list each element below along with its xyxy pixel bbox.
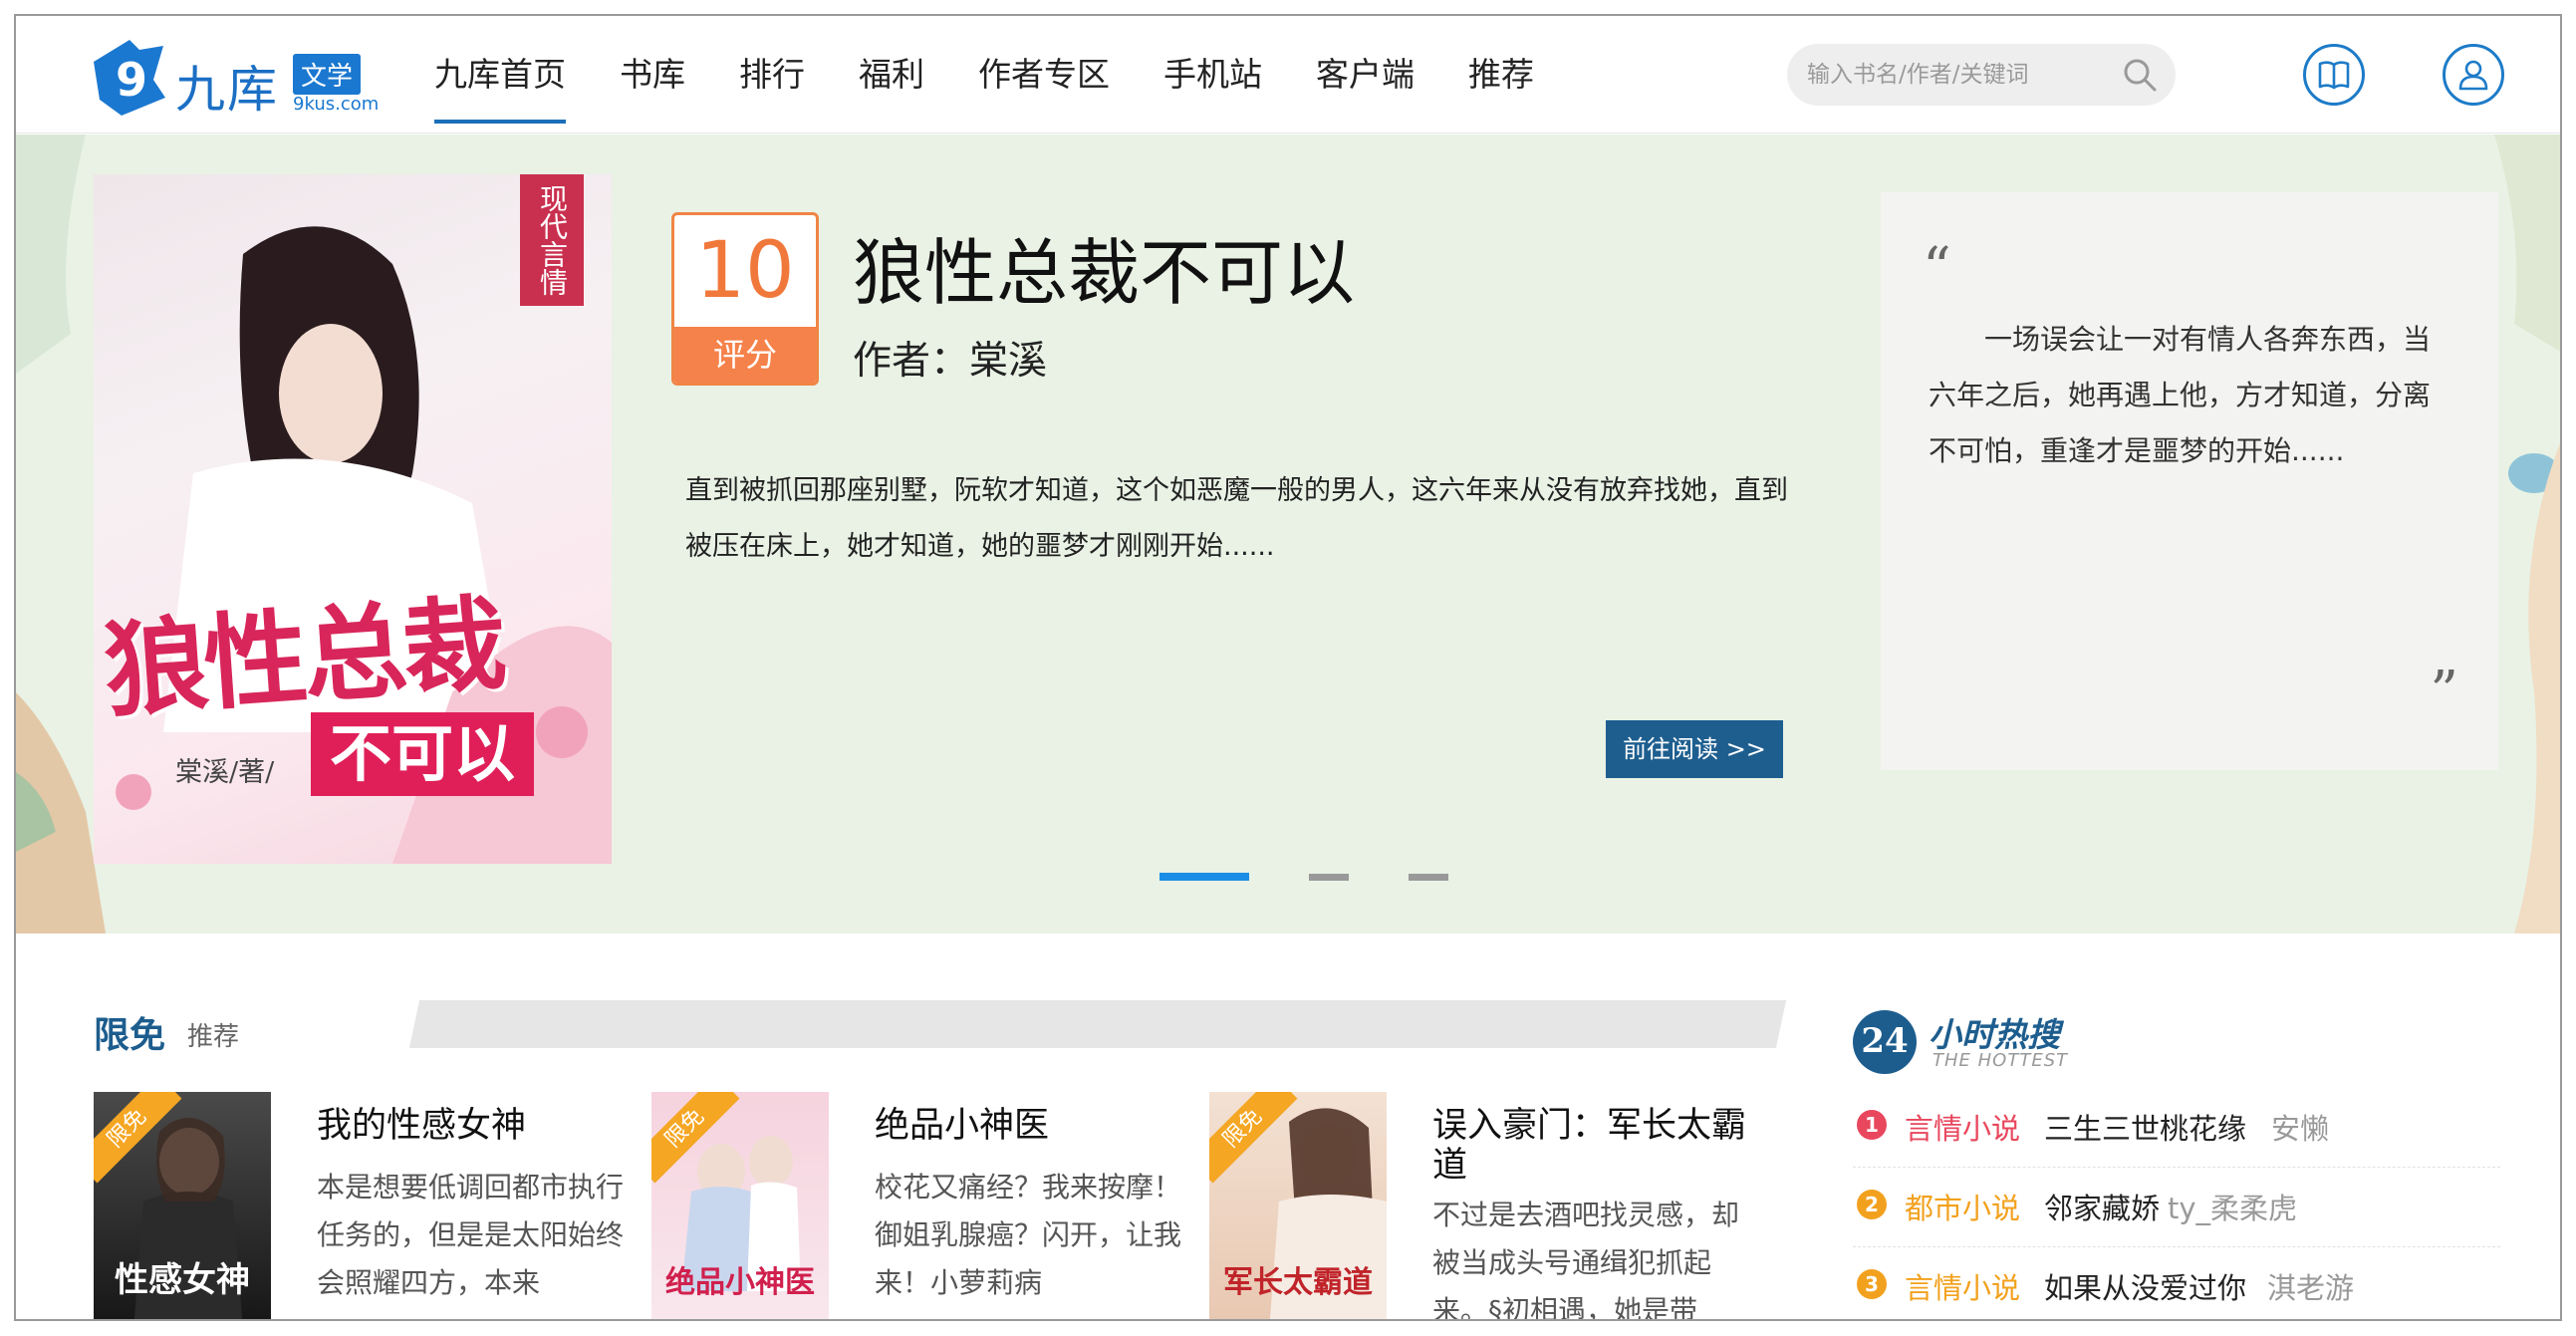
- nav-author-zone[interactable]: 作者专区: [978, 16, 1110, 134]
- quote-close-mark: ”: [2430, 660, 2458, 724]
- quote-text: 一场误会让一对有情人各奔东西，当六年之后，她再遇上他，方才知道，分离不可怕，重逢…: [1929, 323, 2432, 467]
- nav-home[interactable]: 九库首页: [434, 16, 566, 134]
- free-book-description: 本是想要低调回都市执行任务的，但是是太阳始终会照耀四方，本来: [317, 1171, 625, 1299]
- user-icon: [2458, 60, 2488, 91]
- hot-search-header: 24 小时热搜 THE HOTTEST: [1853, 1002, 2092, 1082]
- search-box: [1787, 44, 2176, 106]
- hot-24-badge: 24: [1853, 1010, 1917, 1074]
- read-now-button[interactable]: 前往阅读 >>: [1606, 720, 1783, 778]
- free-section-subtitle: 推荐: [187, 1022, 240, 1052]
- hot-list-item[interactable]: 2 都市小说 邻家藏娇 ty_柔柔虎: [1853, 1168, 2500, 1247]
- free-book-cover[interactable]: 限免 性感女神: [94, 1092, 271, 1319]
- svg-text:9: 9: [116, 53, 147, 107]
- featured-book-cover[interactable]: 现代言情 狼性总裁 不可以 棠溪/著/: [94, 174, 612, 864]
- rank-badge: 1: [1857, 1110, 1887, 1140]
- hot-book-title[interactable]: 如果从没爱过你: [2044, 1265, 2246, 1307]
- free-book-card[interactable]: 限免 军长太霸道 误入豪门：军长太霸道 不过是去酒吧找灵感，却被当成头号通缉犯抓…: [1209, 1092, 1767, 1321]
- banner-decoration-left: [16, 134, 106, 934]
- free-book-description: 不过是去酒吧找灵感，却被当成头号通缉犯抓起来。§初相遇，她是带: [1432, 1199, 1740, 1321]
- hot-list-item[interactable]: 3 言情小说 如果从没爱过你 淇老游: [1853, 1247, 2500, 1319]
- logo-mark-icon: 9: [94, 40, 165, 116]
- hot-category[interactable]: 都市小说: [1905, 1186, 2020, 1227]
- hot-book-author: 淇老游: [2267, 1271, 2355, 1305]
- nav-ranking[interactable]: 排行: [739, 16, 805, 134]
- rank-badge: 3: [1857, 1269, 1887, 1299]
- user-button[interactable]: [2443, 44, 2504, 106]
- free-section-title: 限免: [94, 1014, 166, 1056]
- search-icon[interactable]: [2122, 57, 2158, 93]
- free-book-cover[interactable]: 限免 军长太霸道: [1209, 1092, 1387, 1319]
- free-book-card[interactable]: 限免 性感女神 我的性感女神 本是想要低调回都市执行任务的，但是是太阳始终会照耀…: [94, 1092, 651, 1319]
- nav-welfare[interactable]: 福利: [859, 16, 924, 134]
- cover-title: 军长太霸道: [1223, 1265, 1373, 1300]
- hot-list-item[interactable]: 1 言情小说 三生三世桃花缘 安懒: [1853, 1088, 2500, 1168]
- nav-recommend[interactable]: 推荐: [1468, 16, 1534, 134]
- main-nav: 九库首页 书库 排行 福利 作者专区 手机站 客户端 推荐: [434, 16, 1588, 134]
- book-open-icon: [2318, 61, 2350, 90]
- free-book-title[interactable]: 绝品小神医: [875, 1106, 1213, 1146]
- carousel-indicators: [1159, 872, 1508, 882]
- hot-book-title[interactable]: 三生三世桃花缘: [2044, 1106, 2246, 1148]
- carousel-dot-3[interactable]: [1409, 873, 1448, 881]
- featured-book-description: 直到被抓回那座别墅，阮软才知道，这个如恶魔一般的男人，这六年来从没有放弃找她，直…: [685, 475, 1788, 562]
- free-book-cover[interactable]: 限免 绝品小神医: [651, 1092, 829, 1319]
- free-book-card[interactable]: 限免 绝品小神医 绝品小神医 校花又痛经？我来按摩！御姐乳腺癌？闪开，让我来！小…: [651, 1092, 1209, 1319]
- hot-book-author: 安懒: [2271, 1112, 2330, 1146]
- nav-mobile[interactable]: 手机站: [1163, 16, 1262, 134]
- cover-author: 棠溪/著/: [175, 757, 275, 788]
- hot-category[interactable]: 言情小说: [1905, 1265, 2020, 1307]
- cover-subtitle: 不可以: [311, 712, 534, 796]
- featured-banner: 现代言情 狼性总裁 不可以 棠溪/著/ 10 评分 狼性总裁不可以 作者：棠溪 …: [16, 134, 2560, 934]
- carousel-dot-2[interactable]: [1309, 873, 1349, 881]
- quote-box: “ 一场误会让一对有情人各奔东西，当六年之后，她再遇上他，方才知道，分离不可怕，…: [1881, 192, 2498, 770]
- carousel-dot-1[interactable]: [1159, 873, 1249, 881]
- site-logo[interactable]: 9 九库 文学 9kus.com: [94, 32, 402, 122]
- hot-book-author: ty_柔柔虎: [2168, 1192, 2298, 1225]
- hot-subtitle: THE HOTTEST: [1932, 1050, 2069, 1071]
- page-frame: 9 九库 文学 9kus.com 九库首页 书库 排行 福利 作者专区 手机站 …: [14, 14, 2562, 1321]
- rank-badge: 2: [1857, 1190, 1887, 1219]
- hot-category[interactable]: 言情小说: [1905, 1106, 2020, 1148]
- logo-text: 九库: [175, 61, 279, 119]
- section-divider-bar: [408, 1000, 1787, 1048]
- nav-client[interactable]: 客户端: [1316, 16, 1415, 134]
- cover-title: 性感女神: [115, 1260, 250, 1300]
- rating-value: 10: [695, 226, 795, 316]
- quote-open-mark: “: [1923, 236, 1951, 301]
- site-header: 9 九库 文学 9kus.com 九库首页 书库 排行 福利 作者专区 手机站 …: [16, 16, 2560, 134]
- rating-badge: 10 评分: [671, 212, 819, 386]
- logo-badge: 文学: [293, 54, 362, 95]
- cover-title: 绝品小神医: [665, 1265, 815, 1300]
- rating-label: 评分: [674, 327, 816, 383]
- featured-book-author: 作者：棠溪: [853, 339, 1048, 384]
- cover-genre-tag: 现代言情: [520, 174, 584, 306]
- free-book-title[interactable]: 我的性感女神: [317, 1106, 655, 1146]
- search-input[interactable]: [1807, 54, 2106, 96]
- hot-title: 小时热搜: [1929, 1015, 2060, 1054]
- cover-title: 狼性总裁: [100, 582, 507, 732]
- bookshelf-button[interactable]: [2303, 44, 2365, 106]
- logo-url: 9kus.com: [293, 94, 380, 115]
- hot-book-title[interactable]: 邻家藏娇: [2044, 1186, 2160, 1227]
- featured-book-title[interactable]: 狼性总裁不可以: [853, 214, 1355, 319]
- free-book-title[interactable]: 误入豪门：军长太霸道: [1432, 1106, 1771, 1186]
- free-book-description: 校花又痛经？我来按摩！御姐乳腺癌？闪开，让我来！小萝莉病: [875, 1171, 1182, 1299]
- nav-library[interactable]: 书库: [620, 16, 685, 134]
